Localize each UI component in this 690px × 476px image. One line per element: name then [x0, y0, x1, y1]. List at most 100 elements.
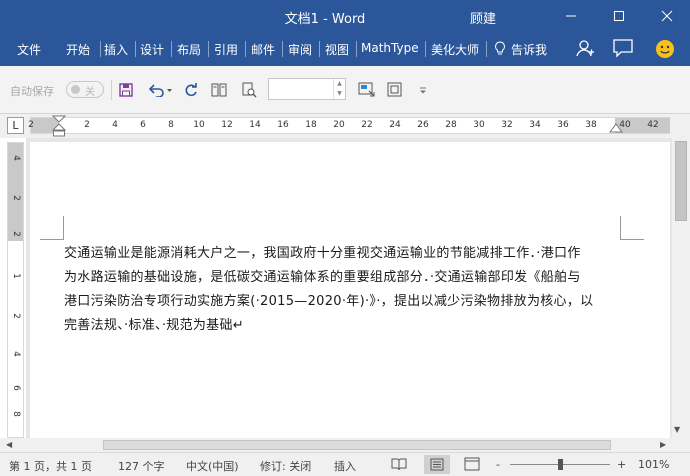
vertical-ruler-mark: 4: [11, 351, 21, 357]
ruler-mark: 2: [28, 120, 34, 130]
tab-mailings[interactable]: 邮件: [251, 41, 275, 58]
tab-separator: [282, 41, 283, 57]
toggle-knob: [71, 85, 80, 94]
horizontal-scroll-thumb[interactable]: [103, 440, 611, 450]
ruler-mark: 16: [277, 120, 289, 130]
undo-icon[interactable]: [145, 80, 175, 100]
tab-stop-selector[interactable]: L: [7, 117, 24, 134]
customize-icon[interactable]: [412, 80, 434, 100]
font-size-combo[interactable]: ▲ ▼: [268, 78, 346, 100]
horizontal-ruler-row: L 2 2 4 6 8 10 12 14 16 18 20 22 24 26 2…: [0, 114, 690, 138]
autosave-toggle[interactable]: 关: [66, 81, 104, 98]
ruler-mark: 38: [585, 120, 597, 130]
tab-separator: [245, 41, 246, 57]
frame-icon[interactable]: [384, 80, 406, 100]
smiley-icon[interactable]: [655, 39, 675, 62]
ruler-mark: 12: [221, 120, 233, 130]
read-mode-icon[interactable]: [391, 457, 407, 474]
vertical-ruler-mark: 2: [11, 231, 21, 237]
zoom-slider[interactable]: [510, 459, 610, 470]
ruler-mark: 22: [361, 120, 373, 130]
text-box-icon[interactable]: [356, 80, 378, 100]
comment-icon[interactable]: [612, 38, 634, 61]
document-canvas: 交通运输业是能源消耗大户之一，我国政府十分重视交通运输业的节能减排工作．·港口作…: [26, 138, 672, 438]
tab-separator: [208, 41, 209, 57]
maximize-icon[interactable]: [596, 0, 642, 32]
tab-separator: [356, 41, 357, 57]
horizontal-scrollbar[interactable]: ◀ ▶: [0, 438, 690, 452]
ruler-mark: 24: [389, 120, 401, 130]
autosave-state: 关: [85, 87, 95, 98]
save-icon[interactable]: [115, 80, 137, 100]
vertical-ruler-mark: 2: [11, 313, 21, 319]
zoom-slider-knob[interactable]: [558, 459, 563, 470]
ruler-mark: 4: [112, 120, 118, 130]
ruler-mark: 42: [647, 120, 659, 130]
tab-view[interactable]: 视图: [325, 41, 349, 58]
user-name[interactable]: 顾建: [470, 8, 496, 27]
vertical-scroll-thumb[interactable]: [675, 141, 687, 221]
minimize-icon[interactable]: [548, 0, 594, 32]
document-page[interactable]: 交通运输业是能源消耗大户之一，我国政府十分重视交通运输业的节能减排工作．·港口作…: [30, 142, 670, 438]
first-line-indent-marker[interactable]: [52, 115, 66, 137]
ruler-mark: 30: [473, 120, 485, 130]
horizontal-ruler[interactable]: 2 2 4 6 8 10 12 14 16 18 20 22 24 26 28 …: [28, 115, 670, 137]
tab-separator: [135, 41, 136, 57]
tab-separator: [486, 41, 487, 57]
lightbulb-icon[interactable]: [494, 41, 506, 60]
tab-references[interactable]: 引用: [214, 41, 238, 58]
combo-arrows[interactable]: ▲ ▼: [333, 79, 345, 99]
print-layout-icon[interactable]: [424, 455, 450, 474]
tab-home[interactable]: 开始: [66, 41, 90, 58]
language-indicator[interactable]: 中文(中国): [186, 458, 239, 474]
scroll-right-arrow-icon[interactable]: ▶: [660, 440, 666, 449]
close-icon[interactable]: [644, 0, 690, 32]
columns-icon[interactable]: [208, 80, 230, 100]
tell-me-search[interactable]: 告诉我: [511, 41, 547, 58]
insert-mode[interactable]: 插入: [334, 458, 356, 474]
autosave-label: 自动保存: [10, 85, 54, 98]
vertical-ruler-mark: 8: [11, 411, 21, 417]
vertical-ruler-mark: 1: [11, 273, 21, 279]
scroll-down-arrow-icon[interactable]: ▼: [674, 425, 680, 434]
tab-file[interactable]: 文件: [17, 41, 41, 58]
ruler-mark: 34: [529, 120, 541, 130]
tab-separator: [319, 41, 320, 57]
ruler-mark: 18: [305, 120, 317, 130]
word-count[interactable]: 127 个字: [118, 458, 165, 474]
ruler-mark: 26: [417, 120, 429, 130]
page-count[interactable]: 第 1 页，共 1 页: [9, 458, 92, 474]
ruler-mark: 14: [249, 120, 261, 130]
vertical-scrollbar[interactable]: ▼: [672, 138, 690, 438]
web-layout-icon[interactable]: [464, 457, 480, 474]
title-bar: 文档1 - Word 顾建: [0, 0, 690, 32]
tab-mathtype[interactable]: MathType: [361, 41, 419, 55]
redo-icon[interactable]: [180, 80, 202, 100]
ruler-mark: 10: [193, 120, 205, 130]
ribbon-tabs: 文件 开始 插入 设计 布局 引用 邮件 审阅 视图 MathType 美化大师…: [0, 32, 690, 66]
text-line: 为水路运输的基础设施，是低碳交通运输体系的重要组成部分．·交通运输部印发《船舶与: [64, 270, 581, 285]
vertical-ruler[interactable]: 4 2 2 1 2 4 6 8: [7, 142, 24, 438]
document-body[interactable]: 交通运输业是能源消耗大户之一，我国政府十分重视交通运输业的节能减排工作．·港口作…: [64, 242, 620, 338]
tab-review[interactable]: 审阅: [288, 41, 312, 58]
ruler-mark: 32: [501, 120, 513, 130]
zoom-in-button[interactable]: +: [617, 458, 626, 471]
account-icon[interactable]: [575, 38, 595, 61]
ruler-mark: 20: [333, 120, 345, 130]
tab-layout[interactable]: 布局: [177, 41, 201, 58]
ruler-mark: 28: [445, 120, 457, 130]
zoom-level[interactable]: 101%: [638, 458, 669, 471]
scroll-left-arrow-icon[interactable]: ◀: [6, 440, 12, 449]
zoom-out-button[interactable]: -: [496, 458, 500, 471]
text-line: 港口污染防治专项行动实施方案(·2015—2020·年)·》·，提出以减少污染物…: [64, 294, 594, 309]
tab-separator: [171, 41, 172, 57]
top-right-margin-corner: [620, 216, 644, 240]
tab-insert[interactable]: 插入: [104, 41, 128, 58]
print-preview-icon[interactable]: [238, 80, 260, 100]
vertical-ruler-mark: 2: [11, 195, 21, 201]
tab-beautify[interactable]: 美化大师: [431, 41, 479, 58]
track-changes-status[interactable]: 修订: 关闭: [260, 458, 311, 474]
right-indent-marker[interactable]: [609, 123, 623, 135]
top-left-margin-corner: [40, 216, 64, 240]
tab-design[interactable]: 设计: [140, 41, 164, 58]
